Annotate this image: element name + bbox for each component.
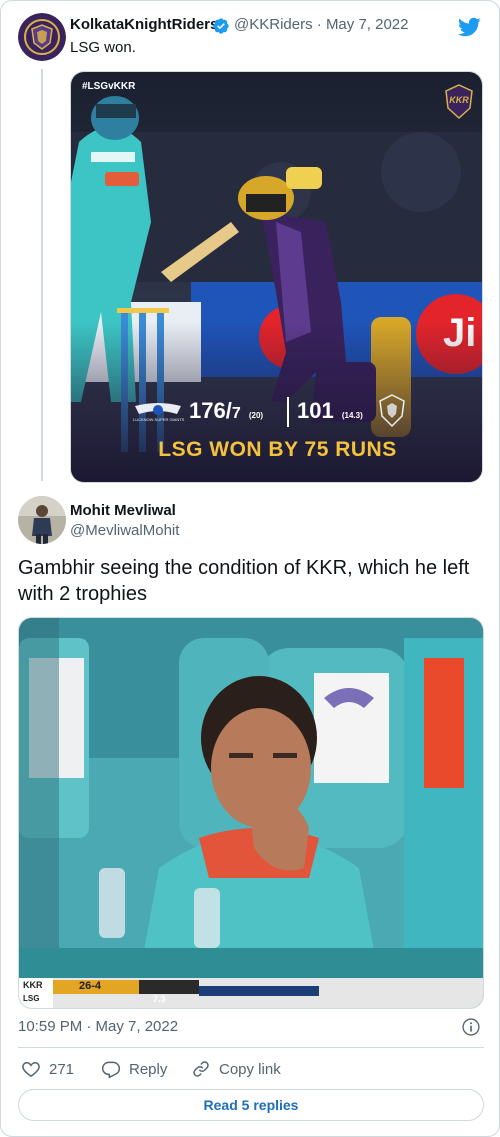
tweet2-display-name[interactable]: Mohit Mevliwal: [70, 502, 176, 519]
tweet2-text: Gambhir seeing the condition of KKR, whi…: [18, 557, 470, 605]
lsg-score-overs: (20): [248, 411, 264, 420]
tweet2-media-image[interactable]: KKR LSG 26-4 7.3: [18, 617, 484, 1009]
like-button[interactable]: 271: [21, 1057, 74, 1081]
match-result-text: LSG WON BY 75 RUNS: [158, 438, 397, 461]
tweet1-handle[interactable]: @KKRiders · May 7, 2022: [234, 16, 409, 33]
separator-dot: ·: [316, 16, 326, 33]
tweet2-timestamp[interactable]: 10:59 PM · May 7, 2022: [18, 1018, 178, 1035]
embedded-tweet-card: KolkataKnightRiders @KKRiders · May 7, 2…: [0, 0, 500, 1137]
verified-badge-icon: [213, 18, 229, 34]
read-replies-button[interactable]: Read 5 replies: [18, 1089, 484, 1121]
like-count: 271: [49, 1060, 75, 1078]
copy-link-label: Copy link: [219, 1060, 281, 1078]
twitter-logo-icon[interactable]: [457, 15, 481, 39]
tweet2-handle[interactable]: @MevliwalMohit: [70, 522, 179, 539]
tweet1-date[interactable]: May 7, 2022: [326, 16, 409, 33]
kkr-logo-icon: KKR: [444, 84, 474, 120]
lsg-score-wickets: 7: [231, 405, 241, 422]
tweet1-media-image[interactable]: Ji #LSGvKKR: [70, 71, 483, 483]
tweet1-display-name[interactable]: KolkataKnightRiders: [70, 16, 218, 33]
info-icon[interactable]: [461, 1017, 481, 1037]
lsg-score: 176/7 (20): [189, 398, 263, 424]
actions-divider: [18, 1047, 484, 1048]
reply-button[interactable]: Reply: [101, 1057, 167, 1081]
link-icon: [193, 1061, 209, 1077]
mohit-avatar[interactable]: [18, 496, 66, 544]
tweet1-text: LSG won.: [70, 39, 136, 56]
lsg-logo-text: LUCKNOW SUPER GIANTS: [133, 417, 185, 422]
thread-connector-line: [41, 69, 43, 481]
score-divider: [287, 397, 289, 427]
reply-label: Reply: [129, 1060, 168, 1078]
scoreboard-team: KKR: [23, 980, 43, 990]
reply-icon: [101, 1061, 121, 1079]
kkr-score-overs: (14.3): [341, 411, 363, 420]
kkr-score-runs: 101: [297, 398, 334, 423]
media-hashtag: #LSGvKKR: [82, 81, 136, 92]
scoreboard-vs-team: LSG: [23, 994, 40, 1003]
scoreboard-score: 26-4: [79, 980, 102, 992]
lsg-logo-icon: LUCKNOW SUPER GIANTS: [133, 398, 185, 426]
tweet1-handle-text[interactable]: @KKRiders: [234, 16, 313, 33]
lsg-score-runs: 176/: [189, 398, 232, 423]
heart-icon: [22, 1061, 40, 1077]
kkr-avatar[interactable]: [18, 13, 66, 61]
scoreboard-overs: 7.3: [153, 994, 166, 1004]
kkr-logo-text: KKR: [449, 95, 469, 105]
copy-link-button[interactable]: Copy link: [191, 1057, 281, 1081]
kkr-small-logo-icon: [377, 394, 407, 428]
kkr-score: 101 (14.3): [297, 398, 363, 424]
